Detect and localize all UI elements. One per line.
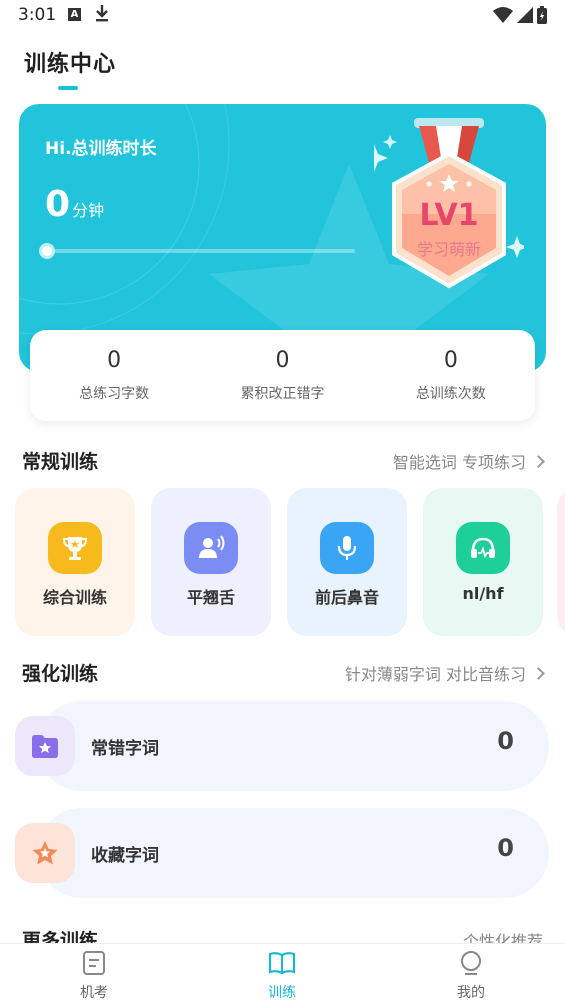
book-icon (268, 952, 296, 975)
row-count: 0 (497, 727, 514, 755)
stats-summary: 0 总练习字数 0 累积改正错字 0 总训练次数 (30, 330, 535, 421)
tab-training[interactable]: 训练 (242, 950, 322, 1002)
stat-label: 总训练次数 (415, 386, 486, 402)
badge-title: 学习萌新 (416, 240, 481, 259)
chevron-right-icon (532, 454, 545, 468)
regular-training-list[interactable]: 综合训练 平翘舌 前后鼻音 nl/hf (15, 488, 565, 638)
download-icon (95, 4, 109, 26)
title-underline (58, 86, 78, 90)
section-title-strengthen: 强化训练 (22, 663, 99, 685)
bottom-tab-bar: 机考 训练 我的 (0, 943, 565, 1004)
training-card-label: 平翘舌 (186, 588, 235, 607)
greeting-text: Hi.总训练时长 (45, 139, 157, 159)
tab-label: 机考 (80, 985, 108, 1001)
duration-unit: 分钟 (72, 201, 105, 220)
stat-value: 0 (275, 348, 290, 373)
notification-a-icon: A (68, 8, 81, 21)
strengthen-link-text: 针对薄弱字词 对比音练习 (344, 665, 526, 684)
stat-total-sessions: 0 总训练次数 (367, 330, 535, 421)
badge-level: LV1 (419, 198, 479, 233)
strengthen-more-link[interactable]: 针对薄弱字词 对比音练习 (344, 661, 545, 685)
headphones-icon (456, 522, 510, 574)
status-bar: 3:01 A (0, 0, 565, 32)
section-title-regular: 常规训练 (22, 451, 99, 473)
tab-label: 我的 (457, 985, 485, 1001)
row-label: 收藏字词 (91, 846, 159, 866)
training-card-label: 前后鼻音 (314, 588, 379, 607)
training-card-nasal[interactable]: 前后鼻音 (287, 488, 407, 636)
star-icon (15, 823, 75, 883)
training-card-label: nl/hf (462, 584, 504, 603)
training-card-label: 综合训练 (42, 588, 107, 607)
chevron-right-icon (532, 666, 545, 680)
speaker-person-icon (184, 522, 238, 574)
duration-progress-bar (47, 249, 355, 253)
row-count: 0 (497, 834, 514, 862)
stat-label: 总练习字数 (79, 386, 150, 402)
training-card-next[interactable] (557, 488, 565, 636)
stat-label: 累积改正错字 (240, 386, 325, 402)
trophy-icon (48, 522, 102, 574)
row-label: 常错字词 (91, 739, 159, 759)
tab-exam[interactable]: 机考 (54, 950, 134, 1002)
total-duration: 0 分钟 (45, 184, 104, 225)
training-card-nl-hf[interactable]: nl/hf (423, 488, 543, 636)
stat-corrected-words: 0 累积改正错字 (198, 330, 366, 421)
regular-link-text: 智能选词 专项练习 (392, 453, 526, 472)
tab-profile[interactable]: 我的 (431, 950, 511, 1002)
page-title: 训练中心 (24, 52, 117, 77)
battery-icon (537, 6, 547, 28)
profile-icon (461, 951, 481, 975)
training-card-comprehensive[interactable]: 综合训练 (15, 488, 135, 636)
tab-label: 训练 (268, 985, 296, 1001)
training-card-retroflex[interactable]: 平翘舌 (151, 488, 271, 636)
star-folder-icon (15, 716, 75, 776)
signal-icon (517, 7, 533, 27)
stat-value: 0 (443, 348, 458, 373)
wifi-icon (493, 7, 513, 27)
status-time: 3:01 (18, 5, 57, 25)
exam-icon (83, 951, 105, 975)
frequent-errors-row[interactable]: 常错字词 0 (15, 701, 549, 791)
stat-total-words: 0 总练习字数 (30, 330, 198, 421)
favorites-row[interactable]: 收藏字词 0 (15, 808, 549, 898)
level-badge[interactable]: LV1 学习萌新 (360, 114, 528, 304)
regular-more-link[interactable]: 智能选词 专项练习 (392, 449, 545, 473)
duration-value: 0 (45, 184, 71, 225)
progress-knob (39, 243, 55, 259)
microphone-icon (320, 522, 374, 574)
stat-value: 0 (107, 348, 122, 373)
